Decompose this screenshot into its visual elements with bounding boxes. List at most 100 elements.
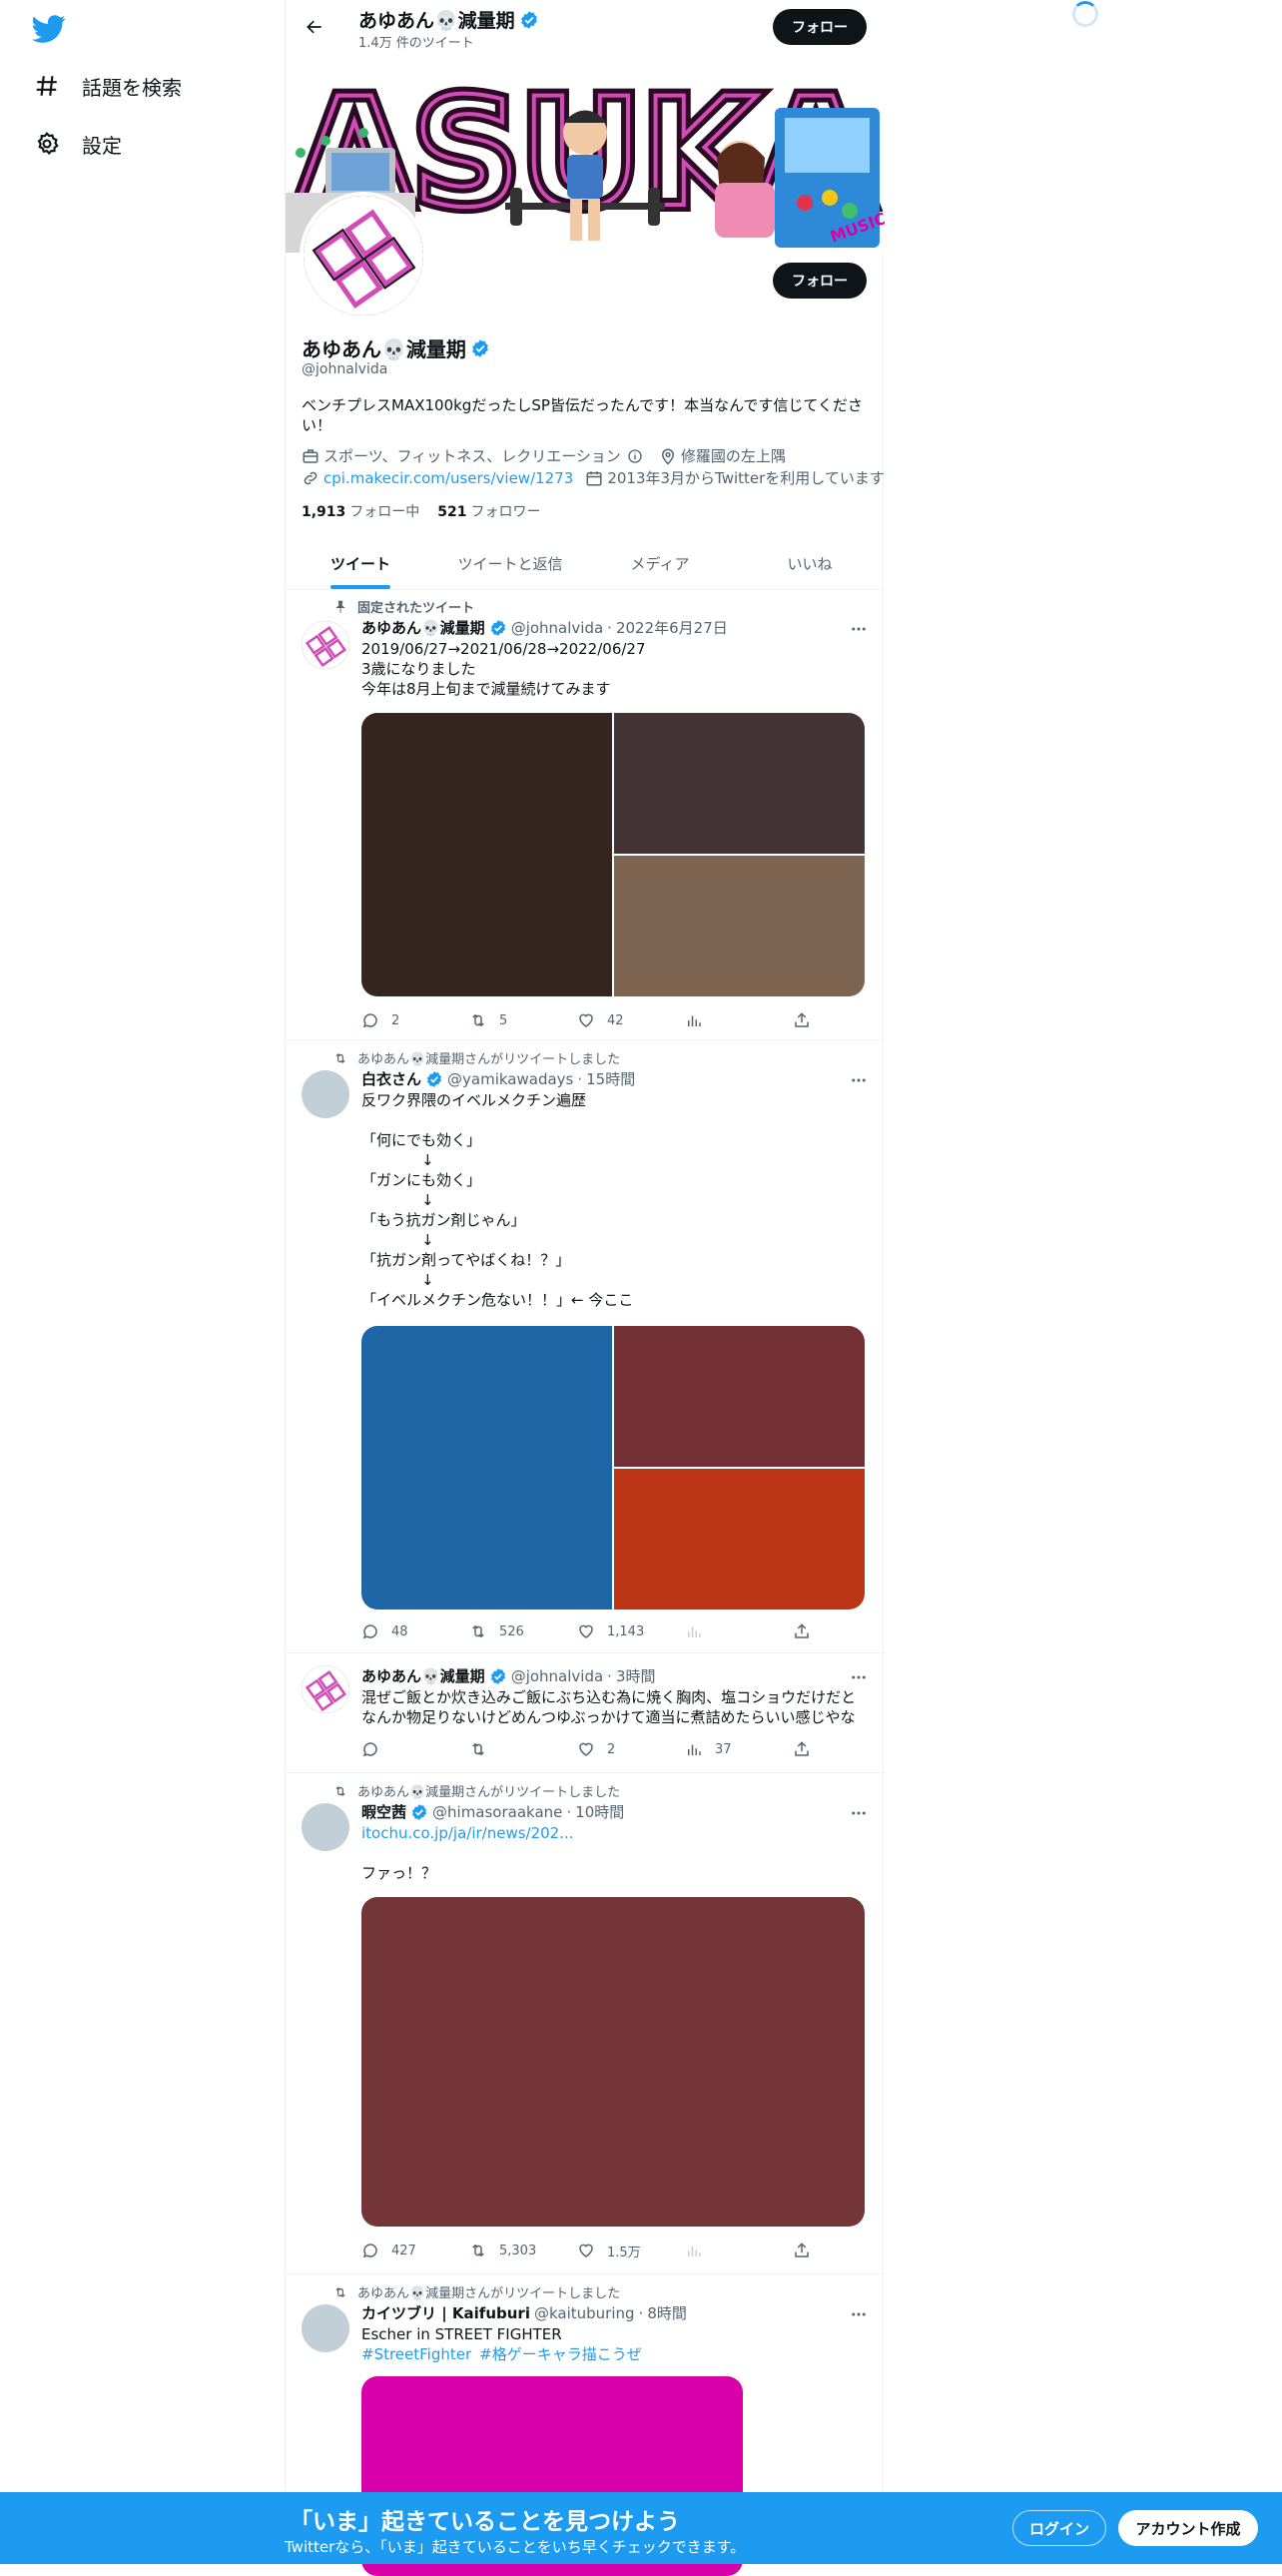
media-photo[interactable]: [361, 1326, 612, 1610]
tweet-author-handle[interactable]: @johnalvida: [511, 1667, 603, 1685]
profile-url[interactable]: cpi.makecir.com/users/view/1273: [302, 469, 573, 487]
nav-settings[interactable]: 設定: [30, 118, 122, 170]
tweet-text: 反ワク界隈のイベルメクチン遍歴 「何にでも効く」 ↓ 「ガンにも効く」 ↓ 「も…: [361, 1091, 634, 1309]
left-navigation: 話題を検索 設定: [0, 0, 285, 2564]
tweet-avatar[interactable]: [302, 1803, 349, 1851]
signup-banner: 「いま」起きていることを見つけよう Twitterなら、「いま」起きていることを…: [0, 2492, 1282, 2564]
nav-explore[interactable]: 話題を検索: [30, 60, 182, 112]
tweet-author-handle[interactable]: @yamikawadays: [447, 1070, 573, 1088]
media-photo[interactable]: [614, 856, 865, 996]
tweet-avatar[interactable]: [302, 1070, 349, 1118]
retweet-count: 5: [499, 1012, 508, 1028]
profile-meta-row-2: cpi.makecir.com/users/view/1273 2013年3月か…: [302, 467, 897, 488]
signup-button[interactable]: アカウント作成: [1118, 2510, 1258, 2546]
tweet-author-name[interactable]: 白衣さん: [361, 1068, 421, 1089]
tab-tweets[interactable]: ツイート: [286, 537, 435, 589]
tweet[interactable]: あゆあん💀減量期 @johnalvida · 3時間 混ぜご飯とか炊き込みご飯に…: [286, 1653, 885, 1773]
retweet-button[interactable]: 526: [469, 1621, 577, 1641]
signup-subtitle: Twitterなら、「いま」起きていることをいち早くチェックできます。: [285, 2538, 746, 2556]
retweet-icon: [472, 1742, 484, 1756]
tweet-author-name[interactable]: あゆあん💀減量期: [361, 1665, 485, 1686]
followers-count: 521: [437, 504, 467, 520]
tweet-link[interactable]: itochu.co.jp/ja/ir/news/202...: [361, 1823, 871, 1843]
like-button[interactable]: 2: [577, 1739, 685, 1759]
tweet-author-handle[interactable]: @himasoraakane: [432, 1803, 562, 1821]
hashtag-link[interactable]: #StreetFighter: [361, 2344, 471, 2364]
share-button[interactable]: [793, 2241, 901, 2260]
header-follow-button[interactable]: フォロー: [773, 9, 867, 45]
views-button[interactable]: [685, 1621, 793, 1641]
tab-media[interactable]: メディア: [585, 537, 735, 589]
tweet-author-name[interactable]: 暇空茜: [361, 1801, 406, 1822]
twitter-logo-icon[interactable]: [32, 12, 66, 46]
tweet-author-handle[interactable]: @johnalvida: [511, 619, 603, 637]
followers-link[interactable]: 521 フォロワー: [437, 501, 540, 521]
more-options-icon[interactable]: [849, 2304, 869, 2324]
tab-tweets-and-replies[interactable]: ツイートと返信: [435, 537, 585, 589]
tweet-time[interactable]: 15時間: [586, 1068, 635, 1089]
analytics-icon: [688, 1626, 701, 1637]
more-options-icon[interactable]: [849, 1070, 869, 1090]
reply-button[interactable]: 2: [361, 1010, 469, 1030]
hashtag-link[interactable]: #格ゲーキャラ描こうぜ: [479, 2344, 642, 2364]
tweet-avatar[interactable]: [302, 1665, 349, 1713]
tweet-pinned[interactable]: 固定されたツイート あゆあん💀減量期 @johnalvida · 2022年6月…: [286, 591, 885, 1040]
following-link[interactable]: 1,913 フォロー中: [302, 501, 419, 521]
media-photo[interactable]: [614, 1469, 865, 1610]
tweet-header: 白衣さん @yamikawadays · 15時間: [361, 1068, 635, 1089]
tweet-separator: ·: [607, 618, 612, 637]
views-button[interactable]: [685, 1010, 793, 1030]
views-button[interactable]: 37: [685, 1739, 793, 1759]
like-count: 42: [607, 1012, 624, 1028]
profile-handle: @johnalvida: [302, 361, 388, 377]
tweet-text: ファっ！？: [361, 1864, 437, 1882]
retweet-button[interactable]: 5,303: [469, 2241, 577, 2260]
like-button[interactable]: 1.5万: [577, 2241, 685, 2260]
share-button[interactable]: [793, 1739, 901, 1759]
media-photo[interactable]: [361, 713, 612, 996]
retweet-icon: [335, 1052, 345, 1063]
media-photo[interactable]: [614, 713, 865, 854]
reply-button[interactable]: 48: [361, 1621, 469, 1641]
more-options-icon[interactable]: [849, 1667, 869, 1687]
info-icon[interactable]: [627, 448, 643, 464]
retweet-button[interactable]: [469, 1739, 577, 1759]
tweet-time[interactable]: 8時間: [647, 2302, 687, 2323]
tweet-media-grid[interactable]: [361, 713, 865, 996]
share-button[interactable]: [793, 1621, 901, 1641]
reply-button[interactable]: [361, 1739, 469, 1759]
tweet-time[interactable]: 2022年6月27日: [616, 617, 728, 638]
more-options-icon[interactable]: [849, 1803, 869, 1823]
back-arrow-icon[interactable]: [300, 12, 329, 42]
retweet-context: あゆあん💀減量期さんがリツイートしました: [333, 2282, 620, 2301]
profile-follow-button[interactable]: フォロー: [773, 263, 867, 299]
share-icon: [795, 1741, 809, 1756]
tweet-time[interactable]: 3時間: [616, 1665, 656, 1686]
tweet-avatar[interactable]: [302, 2304, 349, 2352]
tweet-author-name[interactable]: あゆあん💀減量期: [361, 617, 485, 638]
tab-likes[interactable]: いいね: [735, 537, 885, 589]
tweet-text: Escher in STREET FIGHTER: [361, 2325, 562, 2343]
tweet-time[interactable]: 10時間: [575, 1801, 624, 1822]
link-icon: [304, 471, 318, 484]
tweet-author-handle[interactable]: @kaituburing: [534, 2304, 635, 2322]
reply-button[interactable]: 427: [361, 2241, 469, 2260]
like-button[interactable]: 1,143: [577, 1621, 685, 1641]
retweet-button[interactable]: 5: [469, 1010, 577, 1030]
media-photo[interactable]: [614, 1326, 865, 1467]
login-button[interactable]: ログイン: [1012, 2510, 1106, 2546]
tweet-avatar[interactable]: [302, 621, 349, 669]
like-button[interactable]: 42: [577, 1010, 685, 1030]
media-photo[interactable]: [361, 1897, 865, 2227]
reply-icon: [362, 1624, 377, 1639]
tweet-retweet[interactable]: あゆあん💀減量期さんがリツイートしました 白衣さん @yamikawadays …: [286, 1040, 885, 1653]
tweet-retweet[interactable]: あゆあん💀減量期さんがリツイートしました 暇空茜 @himasoraakane …: [286, 1773, 885, 2274]
share-button[interactable]: [793, 1010, 901, 1030]
tweet-author-name[interactable]: カイツブリ | Kaifuburi: [361, 2302, 530, 2323]
views-count: 37: [715, 1741, 732, 1757]
more-options-icon[interactable]: [849, 619, 869, 639]
tweet-media-grid[interactable]: [361, 1326, 865, 1610]
profile-avatar[interactable]: [300, 192, 427, 320]
views-button[interactable]: [685, 2241, 793, 2260]
profile-url-link[interactable]: cpi.makecir.com/users/view/1273: [323, 469, 573, 487]
